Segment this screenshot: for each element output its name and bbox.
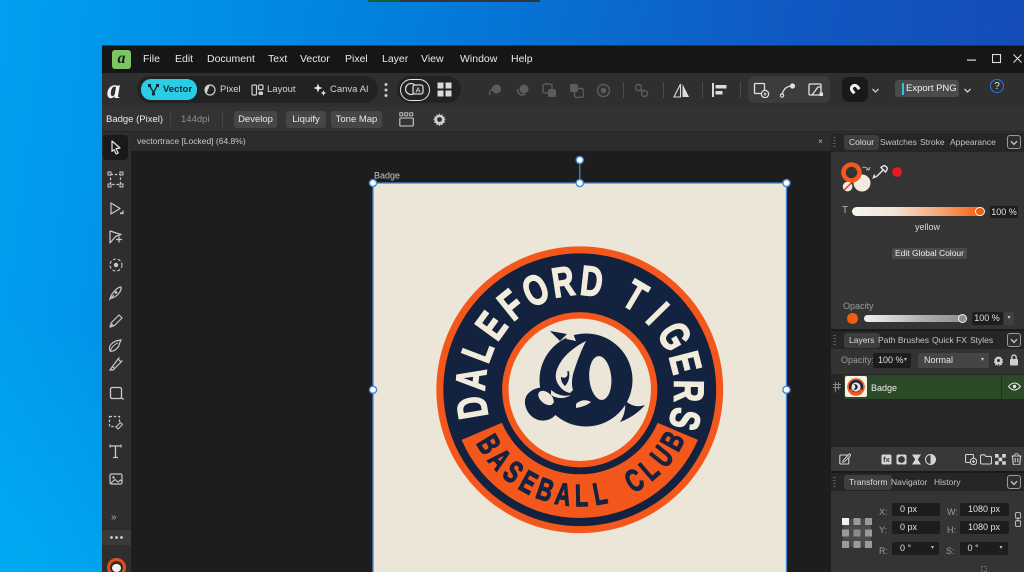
svg-text:A: A — [415, 85, 420, 94]
svg-text:R: R — [665, 380, 712, 403]
svg-text:Badge: Badge — [374, 171, 400, 181]
svg-text:L: L — [575, 478, 589, 513]
svg-text:A: A — [447, 366, 496, 393]
svg-text:fx: fx — [883, 455, 890, 464]
